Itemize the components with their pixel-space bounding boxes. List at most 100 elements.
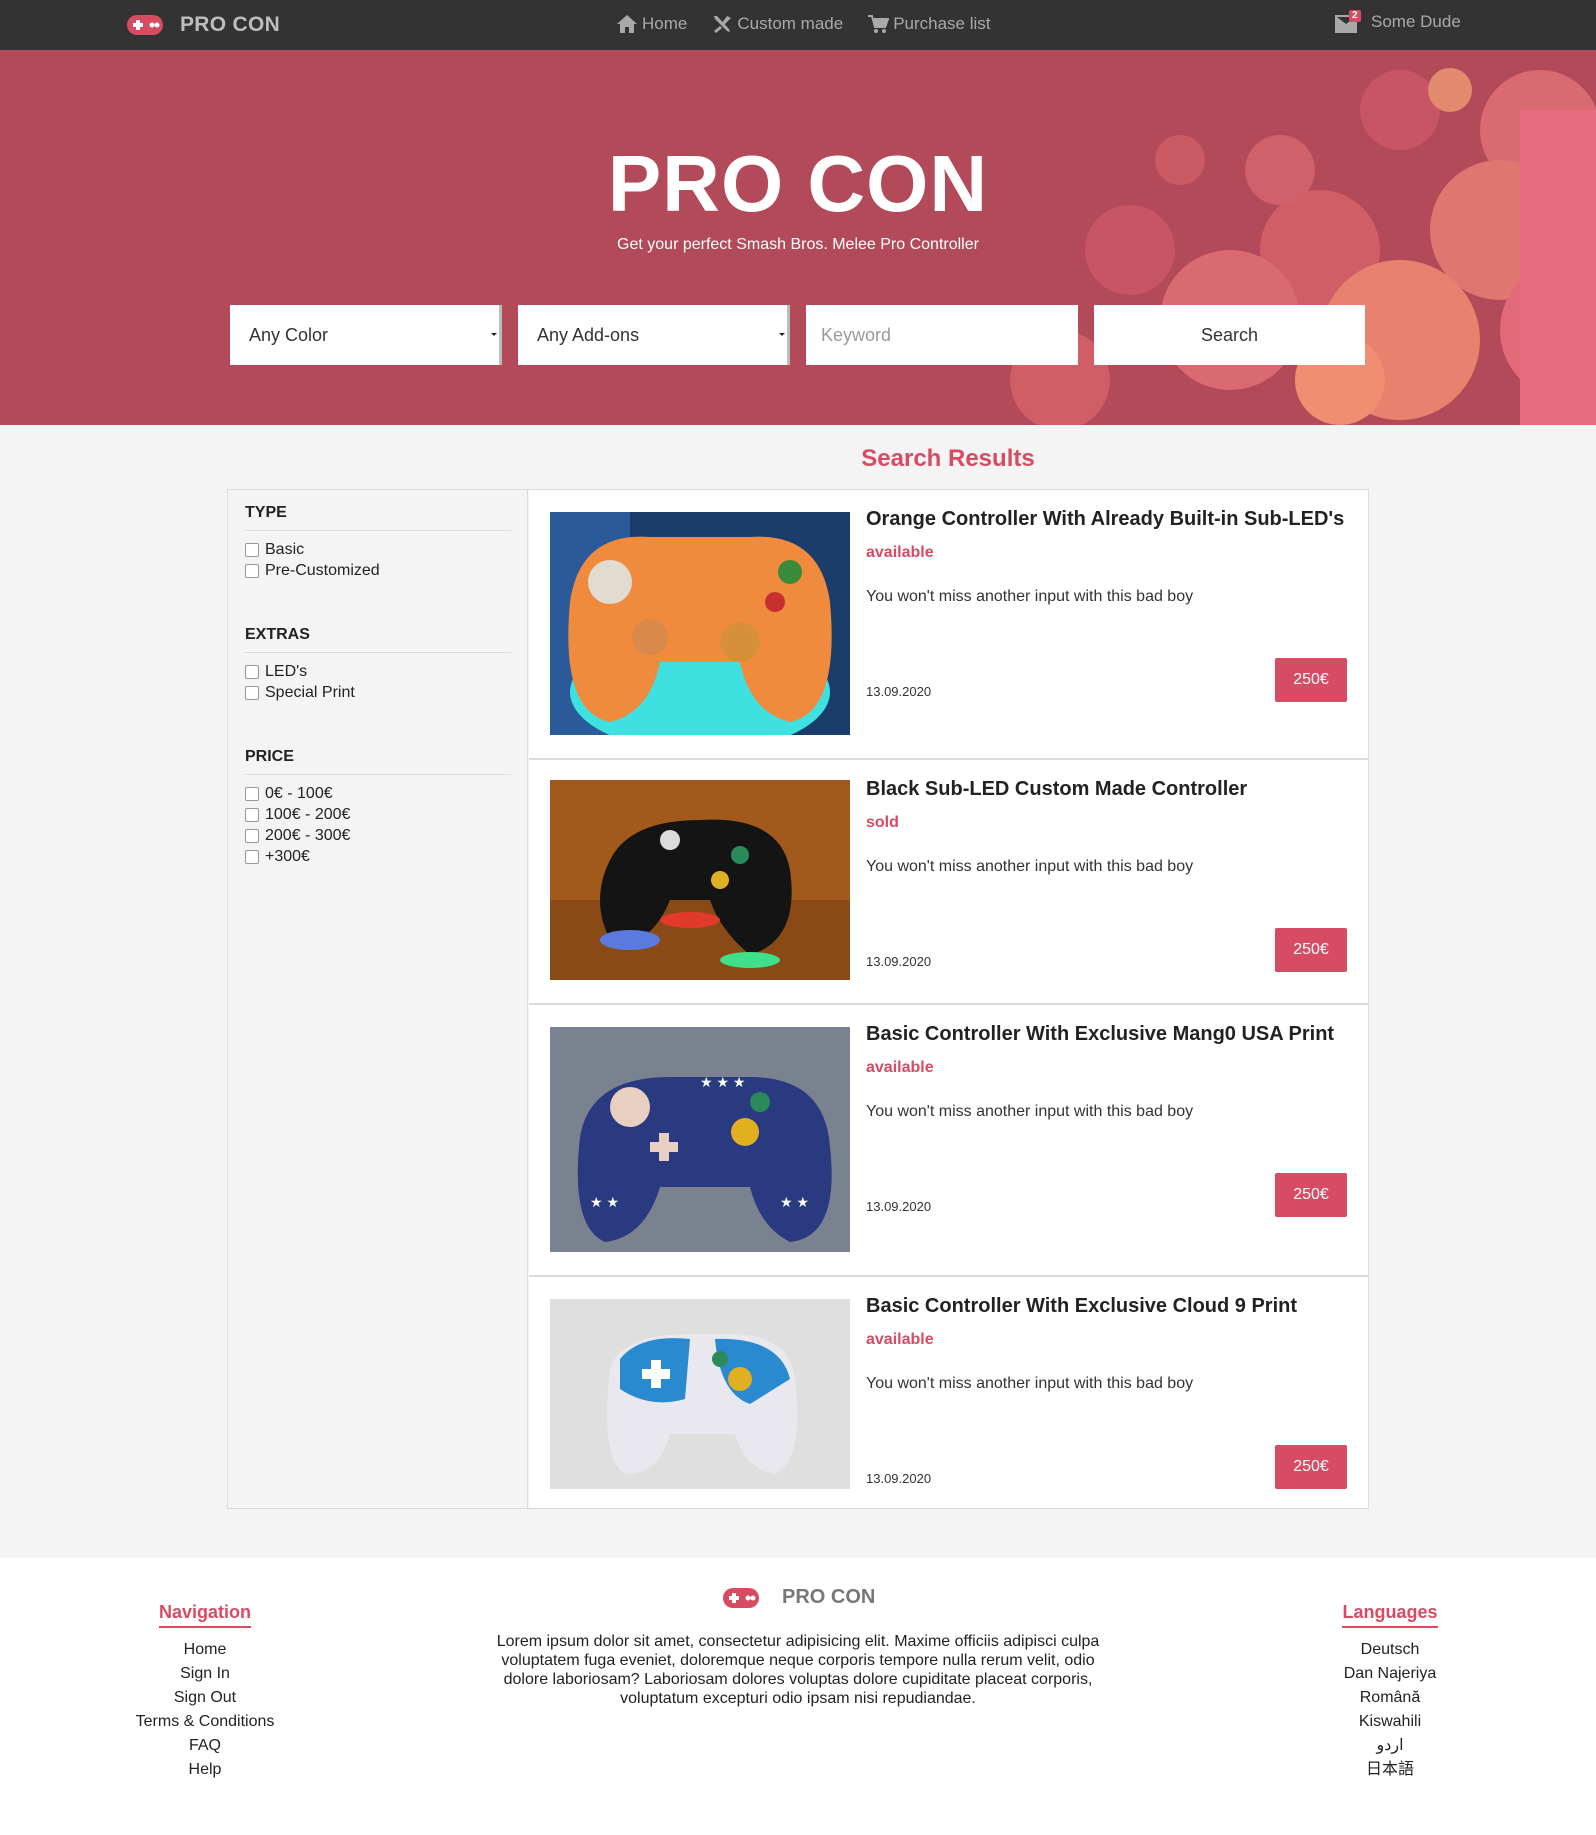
product-title[interactable]: Basic Controller With Exclusive Cloud 9 … — [866, 1295, 1297, 1318]
nav-home-label: Home — [642, 14, 688, 33]
nav-home-link[interactable]: Home — [616, 14, 687, 34]
cart-icon — [868, 15, 890, 33]
product-card[interactable]: Black Sub-LED Custom Made Controller sol… — [529, 760, 1368, 1005]
search-bar: Any Color Any Add-ons Keyword Search — [230, 305, 1365, 365]
product-image[interactable] — [550, 780, 850, 980]
checkbox[interactable] — [245, 563, 259, 578]
language-option[interactable]: Dan Najeriya — [1310, 1662, 1470, 1686]
price-button[interactable]: 250€ — [1275, 928, 1347, 972]
filter-option-label: Special Print — [265, 683, 355, 701]
product-description: You won't miss another input with this b… — [866, 588, 1194, 605]
footer-link-sign-out[interactable]: Sign Out — [125, 1686, 285, 1710]
filter-type-pre-customized[interactable]: Pre-Customized — [245, 560, 511, 581]
filter-extras-heading: EXTRAS — [245, 626, 511, 653]
search-results-title: Search Results — [861, 445, 1035, 472]
product-card[interactable]: Orange Controller With Already Built-in … — [529, 490, 1368, 760]
filter-sidebar: TYPE Basic Pre-Customized EXTRAS LED's S… — [228, 490, 528, 1508]
filter-group-price: PRICE 0€ - 100€ 100€ - 200€ 200€ - 300€ … — [245, 748, 511, 867]
footer-link-terms[interactable]: Terms & Conditions — [125, 1710, 285, 1734]
color-select[interactable]: Any Color — [230, 305, 502, 365]
user-menu[interactable]: Some Dude — [1371, 12, 1461, 32]
filter-option-label: +300€ — [265, 847, 310, 865]
product-date: 13.09.2020 — [866, 684, 932, 699]
footer-link-sign-in[interactable]: Sign In — [125, 1662, 285, 1686]
checkbox[interactable] — [245, 828, 259, 843]
nav-purchase-list-link[interactable]: Purchase list — [867, 14, 991, 34]
addons-select[interactable]: Any Add-ons — [518, 305, 790, 365]
filter-option-label: LED's — [265, 662, 308, 680]
footer-navigation-heading: Navigation — [158, 1602, 251, 1628]
checkbox[interactable] — [245, 786, 259, 801]
language-option[interactable]: Kiswahili — [1310, 1710, 1470, 1734]
checkbox[interactable] — [245, 849, 259, 864]
product-title[interactable]: Black Sub-LED Custom Made Controller — [866, 778, 1247, 801]
filter-option-label: Basic — [265, 540, 305, 558]
product-card[interactable]: Basic Controller With Exclusive Cloud 9 … — [529, 1277, 1368, 1508]
filter-type-basic[interactable]: Basic — [245, 539, 511, 560]
addons-select-caret-icon — [779, 333, 785, 336]
page-footer: Navigation Home Sign In Sign Out Terms &… — [0, 1558, 1596, 1835]
language-option[interactable]: اردو — [1310, 1734, 1470, 1758]
product-title[interactable]: Basic Controller With Exclusive Mang0 US… — [866, 1023, 1334, 1046]
svg-text:★ ★: ★ ★ — [780, 1194, 809, 1210]
addons-select-value: Any Add-ons — [537, 324, 640, 345]
filter-extras-special-print[interactable]: Special Print — [245, 682, 511, 703]
results-panel: TYPE Basic Pre-Customized EXTRAS LED's S… — [227, 489, 1369, 1509]
product-date: 13.09.2020 — [866, 1199, 932, 1214]
filter-option-label: Pre-Customized — [265, 561, 380, 579]
filter-extras-leds[interactable]: LED's — [245, 661, 511, 682]
filter-option-label: 0€ - 100€ — [265, 784, 333, 802]
footer-brand-name: PRO CON — [782, 1586, 876, 1608]
filter-price-200-300[interactable]: 200€ - 300€ — [245, 825, 511, 846]
filter-price-100-200[interactable]: 100€ - 200€ — [245, 804, 511, 825]
product-date: 13.09.2020 — [866, 954, 932, 969]
orange-controller-image — [550, 512, 850, 735]
nav-custom-made-link[interactable]: Custom made — [711, 14, 843, 34]
footer-about-text: Lorem ipsum dolor sit amet, consectetur … — [496, 1633, 1100, 1707]
filter-price-heading: PRICE — [245, 748, 511, 775]
checkbox[interactable] — [245, 685, 259, 700]
language-option[interactable]: Deutsch — [1310, 1638, 1470, 1662]
product-title[interactable]: Orange Controller With Already Built-in … — [866, 508, 1344, 531]
black-controller-image — [550, 780, 850, 980]
footer-link-help[interactable]: Help — [125, 1758, 285, 1782]
filter-option-label: 200€ - 300€ — [265, 826, 351, 844]
messages-button[interactable]: 2 — [1335, 10, 1361, 33]
price-button[interactable]: 250€ — [1275, 1445, 1347, 1489]
product-image[interactable] — [550, 1299, 850, 1489]
checkbox[interactable] — [245, 807, 259, 822]
price-button[interactable]: 250€ — [1275, 1173, 1347, 1217]
footer-link-home[interactable]: Home — [125, 1638, 285, 1662]
footer-navigation: Navigation Home Sign In Sign Out Terms &… — [125, 1602, 285, 1782]
product-status: sold — [866, 814, 899, 831]
color-select-caret-icon — [491, 333, 497, 336]
footer-languages: Languages Deutsch Dan Najeriya Română Ki… — [1310, 1602, 1470, 1782]
keyword-input[interactable]: Keyword — [806, 305, 1078, 365]
footer-link-faq[interactable]: FAQ — [125, 1734, 285, 1758]
search-button[interactable]: Search — [1094, 305, 1365, 365]
gamepad-icon — [127, 15, 163, 35]
home-icon — [617, 15, 637, 33]
cloud9-controller-image — [550, 1299, 850, 1489]
checkbox[interactable] — [245, 664, 259, 679]
filter-price-300-plus[interactable]: +300€ — [245, 846, 511, 867]
product-description: You won't miss another input with this b… — [866, 1103, 1194, 1120]
top-navbar: PRO CON Home Custom made Purchase list 2… — [0, 0, 1596, 50]
language-option[interactable]: Română — [1310, 1686, 1470, 1710]
product-image[interactable]: ★ ★ ★ ★ ★ ★ ★ — [550, 1027, 850, 1252]
price-button[interactable]: 250€ — [1275, 658, 1347, 702]
message-count-badge: 2 — [1349, 10, 1361, 22]
tools-icon — [714, 16, 732, 33]
product-description: You won't miss another input with this b… — [866, 858, 1194, 875]
product-image[interactable] — [550, 512, 850, 735]
nav-custom-made-label: Custom made — [737, 14, 844, 33]
color-select-value: Any Color — [249, 324, 329, 345]
checkbox[interactable] — [245, 542, 259, 557]
filter-price-0-100[interactable]: 0€ - 100€ — [245, 783, 511, 804]
language-option[interactable]: 日本語 — [1310, 1758, 1470, 1782]
hero-subtitle: Get your perfect Smash Bros. Melee Pro C… — [617, 236, 979, 253]
brand-link[interactable]: PRO CON — [126, 12, 280, 38]
product-date: 13.09.2020 — [866, 1471, 932, 1486]
hero-title: PRO CON — [607, 139, 989, 228]
product-card[interactable]: ★ ★ ★ ★ ★ ★ ★ Basic Controller With Excl… — [529, 1005, 1368, 1277]
